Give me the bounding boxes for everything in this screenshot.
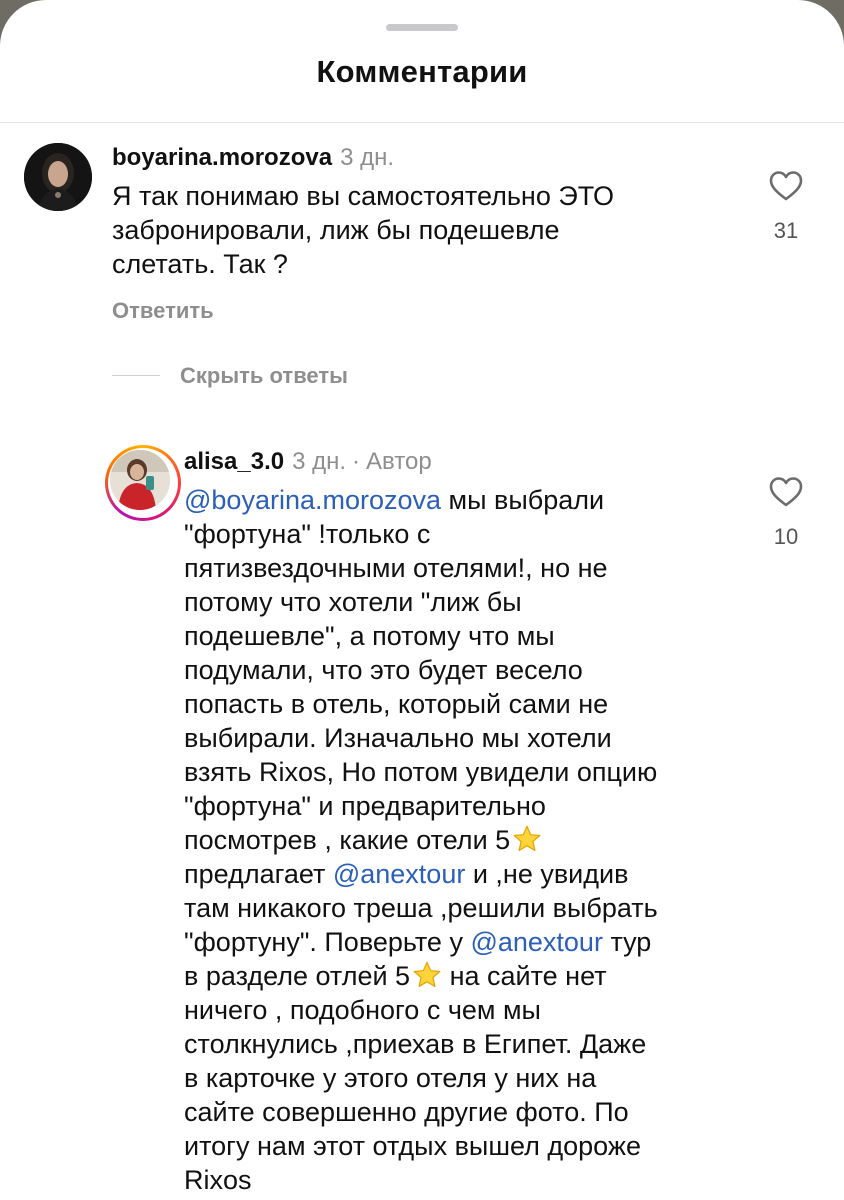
comment-meta: boyarina.morozova 3 дн. [112, 144, 394, 172]
reply-line: подешевле", а потому что мы [184, 621, 555, 651]
reply-line: сайте совершенно другие фото. По [184, 1097, 629, 1127]
reply-username[interactable]: alisa_3.0 [184, 448, 284, 475]
comment-text: Я так понимаю вы самостоятельно ЭТО забр… [112, 179, 614, 281]
like-control: 31 [761, 170, 811, 244]
reply-line: в карточке у этого отеля у них на [184, 1063, 597, 1093]
mention-link[interactable]: @boyarina.morozova [184, 485, 441, 515]
reply-time: 3 дн. [292, 448, 347, 475]
heart-outline-icon[interactable] [769, 476, 803, 508]
reply-line: "фортуна" !только с [184, 519, 431, 549]
reply-line: итогу нам этот отдых вышел дороже [184, 1131, 641, 1161]
reply-meta: alisa_3.0 3 дн. · Автор [184, 448, 432, 476]
reply-line: @boyarina.morozova мы выбрали [184, 485, 605, 515]
comment-line: Я так понимаю вы самостоятельно ЭТО [112, 181, 615, 211]
reply-line: выбирали. Изначально мы хотели [184, 723, 612, 753]
comment-username[interactable]: boyarina.morozova [112, 144, 332, 171]
reply-line: "фортуну". Поверьте у @anextour тур [184, 927, 652, 957]
reply-line: пятизвездочными отелями!, но не [184, 553, 608, 583]
sheet-title: Комментарии [316, 54, 528, 89]
hide-replies-button[interactable]: Скрыть ответы [180, 363, 348, 389]
reply-line: попасть в отель, который сами не [184, 689, 609, 719]
reply-text: @boyarina.morozova мы выбрали "фортуна" … [184, 483, 658, 1197]
author-badge: Автор [366, 448, 432, 475]
mention-link[interactable]: @anextour [333, 859, 465, 889]
reply-line: подумали, что это будет весело [184, 655, 583, 685]
like-count: 10 [773, 524, 799, 549]
reply-line: в разделе отлей 5 на сайте нет [184, 961, 607, 991]
heart-outline-icon[interactable] [769, 170, 803, 202]
comment-time: 3 дн. [340, 144, 395, 171]
like-control: 10 [761, 476, 811, 550]
comment-line: забронировали, лиж бы подешевле [112, 215, 560, 245]
header-divider [0, 122, 844, 123]
story-ring[interactable] [105, 445, 181, 521]
replies-divider-line [112, 375, 160, 376]
star-emoji-icon [513, 825, 541, 852]
reply-button[interactable]: Ответить [112, 298, 214, 324]
reply-line: "фортуна" и предварительно [184, 791, 546, 821]
comments-sheet: Комментарии boyarina.morozova 3 дн. Я так… [0, 0, 844, 1200]
reply-line: взять Rixos, Но потом увидели опцию [184, 757, 658, 787]
reply-line: потому что хотели "лиж бы [184, 587, 522, 617]
avatar[interactable] [24, 143, 92, 211]
sheet-drag-handle[interactable] [386, 24, 458, 31]
reply-line: Rixos [184, 1165, 252, 1195]
reply-line: посмотрев , какие отели 5 [184, 823, 658, 857]
avatar[interactable] [110, 450, 170, 510]
reply-line: ничего , подобного с чем мы [184, 995, 541, 1025]
mention-link[interactable]: @anextour [470, 927, 602, 957]
reply-line: столкнулись ,приехав в Египет. Даже [184, 1029, 647, 1059]
reply-line: там никакого треша ,решили выбрать [184, 893, 658, 923]
comment-line: слетать. Так ? [112, 249, 288, 279]
reply-line: предлагает @anextour и ,не увидив [184, 859, 629, 889]
meta-separator: · [352, 448, 361, 475]
star-emoji-icon [413, 961, 441, 988]
like-count: 31 [773, 218, 799, 243]
